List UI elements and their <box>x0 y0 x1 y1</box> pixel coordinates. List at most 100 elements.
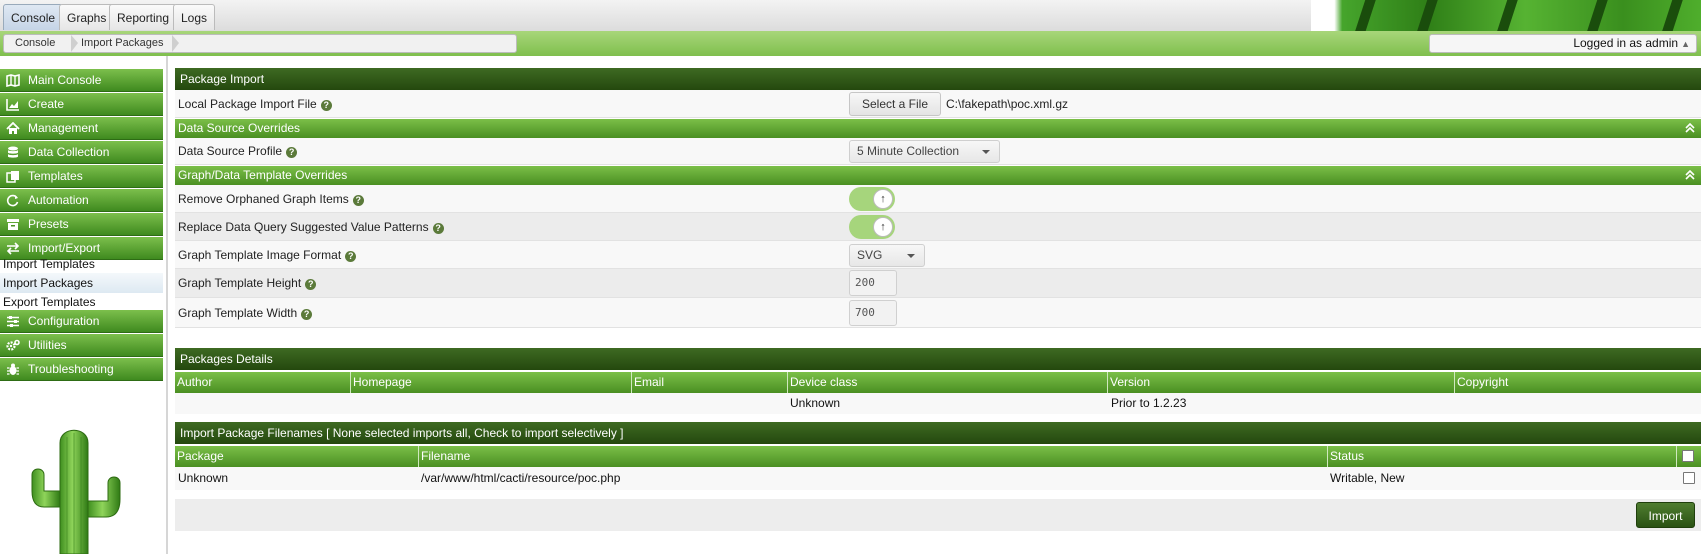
sidebar-item-management[interactable]: Management <box>0 117 163 140</box>
refresh-icon <box>6 194 20 207</box>
graph-height-label: Graph Template Height <box>178 276 302 290</box>
table-row: Unknown Prior to 1.2.23 <box>175 393 1701 414</box>
column-homepage: Homepage <box>351 372 632 393</box>
cogs-icon <box>6 339 20 352</box>
row-select-checkbox[interactable] <box>1683 472 1695 484</box>
sidebar-item-automation[interactable]: Automation <box>0 189 163 212</box>
top-nav-bar: Console Graphs Reporting Logs <box>0 0 1701 31</box>
filename-value: /var/www/html/cacti/resource/poc.php <box>421 471 621 485</box>
graph-height-input[interactable]: 200 <box>849 270 897 296</box>
data-source-profile-label: Data Source Profile <box>178 144 283 158</box>
map-icon <box>6 73 20 88</box>
graph-template-overrides-title: Graph/Data Template Overrides <box>178 168 348 182</box>
package-import-header: Package Import <box>175 68 1701 90</box>
help-icon[interactable]: ? <box>320 100 332 111</box>
column-filename: Filename <box>419 446 1328 467</box>
cacti-banner-image <box>1311 0 1701 31</box>
help-icon[interactable]: ? <box>345 251 357 262</box>
sidebar-subitem-import-templates[interactable]: Import Templates <box>0 254 163 274</box>
replace-patterns-label: Replace Data Query Suggested Value Patte… <box>178 220 429 234</box>
breadcrumb-console[interactable]: Console <box>15 35 55 52</box>
data-source-profile-select[interactable]: 5 Minute Collection <box>849 140 1000 163</box>
graph-width-label: Graph Template Width <box>178 306 298 320</box>
toggle-on-icon: ↑ <box>873 217 893 237</box>
sliders-icon <box>6 315 20 328</box>
column-email: Email <box>632 372 788 393</box>
import-button[interactable]: Import <box>1636 502 1695 528</box>
selected-file-path: C:\fakepath\poc.xml.gz <box>946 97 1069 111</box>
sidebar-subitem-export-templates[interactable]: Export Templates <box>0 292 163 312</box>
sidebar-item-configuration[interactable]: Configuration <box>0 310 163 333</box>
replace-patterns-row: Replace Data Query Suggested Value Patte… <box>175 213 1701 241</box>
replace-patterns-toggle[interactable]: ↑ <box>849 215 895 239</box>
bug-icon <box>6 363 20 376</box>
cactus-logo <box>31 429 121 554</box>
help-icon[interactable]: ? <box>352 195 364 206</box>
package-value: Unknown <box>178 471 229 485</box>
home-icon <box>6 121 20 135</box>
column-author: Author <box>175 372 351 393</box>
local-package-import-file-row: Local Package Import File? Select a File… <box>175 90 1701 118</box>
sidebar: Main Console Create Management Data Coll… <box>0 56 168 554</box>
database-icon <box>6 146 20 159</box>
image-format-value: SVG <box>857 248 883 262</box>
tab-reporting[interactable]: Reporting <box>109 4 178 30</box>
help-icon[interactable]: ? <box>432 223 444 234</box>
sidebar-subitem-import-packages[interactable]: Import Packages <box>0 273 163 293</box>
remove-orphaned-label: Remove Orphaned Graph Items <box>178 192 349 206</box>
data-source-overrides-title: Data Source Overrides <box>178 121 301 135</box>
image-format-select[interactable]: SVG <box>849 244 925 267</box>
breadcrumb: Console Import Packages <box>3 34 517 53</box>
column-copyright: Copyright <box>1455 372 1701 393</box>
sidebar-item-create[interactable]: Create <box>0 93 163 116</box>
data-source-overrides-header[interactable]: Data Source Overrides <box>175 119 1701 138</box>
remove-orphaned-row: Remove Orphaned Graph Items? ↑ <box>175 185 1701 213</box>
device-class-value: Unknown <box>790 396 841 410</box>
data-source-profile-value: 5 Minute Collection <box>857 144 960 158</box>
image-format-row: Graph Template Image Format? SVG <box>175 241 1701 269</box>
import-filenames-header: Import Package Filenames [ None selected… <box>175 422 1701 444</box>
toggle-on-icon: ↑ <box>873 189 893 209</box>
copy-icon <box>6 170 20 183</box>
data-source-profile-row: Data Source Profile? 5 Minute Collection <box>175 138 1701 165</box>
help-icon[interactable]: ? <box>305 279 317 290</box>
tab-logs[interactable]: Logs <box>173 4 216 30</box>
logged-in-label: Logged in as admin <box>1573 36 1679 50</box>
chart-area-icon <box>6 98 20 111</box>
tab-graphs[interactable]: Graphs <box>59 4 115 30</box>
select-all-checkbox[interactable] <box>1682 450 1694 462</box>
column-device-class: Device class <box>788 372 1108 393</box>
status-value: Writable, New <box>1330 471 1405 485</box>
select-file-button[interactable]: Select a File <box>849 92 941 116</box>
graph-width-row: Graph Template Width? 700 <box>175 298 1701 328</box>
sidebar-item-presets[interactable]: Presets <box>0 213 163 236</box>
column-select-all <box>1677 446 1701 467</box>
graph-height-row: Graph Template Height? 200 <box>175 269 1701 298</box>
help-icon[interactable]: ? <box>301 309 313 320</box>
table-row: Unknown /var/www/html/cacti/resource/poc… <box>175 467 1701 490</box>
caret-up-icon: ▲ <box>1681 39 1690 49</box>
user-menu[interactable]: Logged in as admin ▲ <box>1429 34 1697 53</box>
remove-orphaned-toggle[interactable]: ↑ <box>849 187 895 211</box>
sidebar-item-troubleshooting[interactable]: Troubleshooting <box>0 358 163 381</box>
sidebar-item-templates[interactable]: Templates <box>0 165 163 188</box>
breadcrumb-separator <box>172 35 179 52</box>
sidebar-item-data-collection[interactable]: Data Collection <box>0 141 163 164</box>
graph-width-input[interactable]: 700 <box>849 300 897 326</box>
local-package-import-file-label: Local Package Import File <box>178 97 317 111</box>
chevron-down-icon <box>982 150 990 154</box>
graph-template-overrides-header[interactable]: Graph/Data Template Overrides <box>175 166 1701 185</box>
tab-console[interactable]: Console <box>3 4 64 30</box>
sidebar-item-main-console[interactable]: Main Console <box>0 69 163 92</box>
breadcrumb-bar: Console Import Packages Logged in as adm… <box>0 31 1701 56</box>
archive-icon <box>6 218 20 231</box>
sidebar-item-utilities[interactable]: Utilities <box>0 334 163 357</box>
version-value: Prior to 1.2.23 <box>1111 396 1187 410</box>
help-icon[interactable]: ? <box>286 147 298 158</box>
collapse-up-icon[interactable] <box>1685 166 1695 187</box>
collapse-up-icon[interactable] <box>1685 119 1695 140</box>
breadcrumb-import-packages: Import Packages <box>81 37 164 49</box>
column-version: Version <box>1108 372 1455 393</box>
column-status: Status <box>1328 446 1677 467</box>
packages-details-header: Packages Details <box>175 348 1701 370</box>
